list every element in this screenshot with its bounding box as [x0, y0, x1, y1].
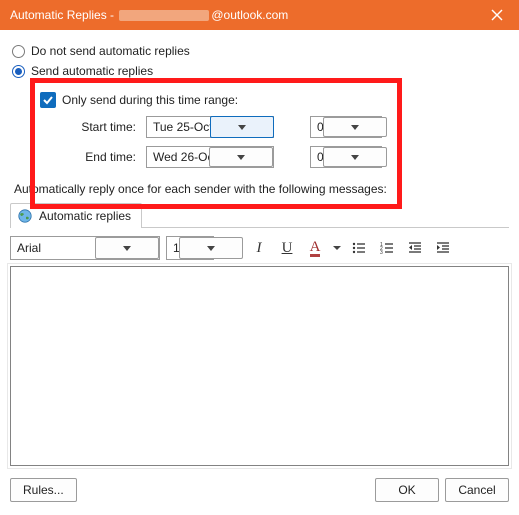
- dialog-footer: Rules... OK Cancel: [0, 472, 519, 512]
- end-time-value: 00:00: [311, 150, 323, 164]
- radio-send[interactable]: Send automatic replies: [12, 64, 509, 78]
- end-time-label: End time:: [64, 150, 138, 164]
- tab-automatic-replies[interactable]: Automatic replies: [10, 203, 142, 228]
- radio-icon: [12, 65, 25, 78]
- radio-do-not-send[interactable]: Do not send automatic replies: [12, 44, 509, 58]
- font-color-button[interactable]: A: [304, 237, 326, 259]
- increase-indent-button[interactable]: [432, 237, 454, 259]
- start-time-dropdown[interactable]: 00:00: [310, 116, 382, 138]
- chevron-down-icon: [210, 116, 274, 138]
- numbered-list-button[interactable]: 1 2 3: [376, 237, 398, 259]
- start-date-dropdown[interactable]: Tue 25-Oct-22: [146, 116, 274, 138]
- font-color-dropdown[interactable]: [332, 246, 342, 250]
- chevron-down-icon: [95, 237, 159, 259]
- end-time-dropdown[interactable]: 00:00: [310, 146, 382, 168]
- end-date-dropdown[interactable]: Wed 26-Oct-22: [146, 146, 274, 168]
- end-date-value: Wed 26-Oct-22: [147, 150, 209, 164]
- close-button[interactable]: [475, 0, 519, 30]
- rules-button[interactable]: Rules...: [10, 478, 77, 502]
- radio-icon: [12, 45, 25, 58]
- chevron-down-icon: [323, 117, 387, 137]
- check-icon: [40, 92, 56, 108]
- bullet-list-button[interactable]: [348, 237, 370, 259]
- underline-button[interactable]: U: [276, 237, 298, 259]
- decrease-indent-button[interactable]: [404, 237, 426, 259]
- start-time-label: Start time:: [64, 120, 138, 134]
- italic-button[interactable]: I: [248, 237, 270, 259]
- dialog-body: Do not send automatic replies Send autom…: [0, 30, 519, 472]
- editor-toolbar: Arial 12 B I U A 1 2 3: [10, 236, 509, 260]
- checkbox-label: Only send during this time range:: [62, 93, 238, 107]
- svg-text:3: 3: [380, 250, 383, 256]
- chevron-down-icon: [323, 147, 387, 167]
- globe-icon: [17, 208, 33, 224]
- radio-label: Do not send automatic replies: [31, 44, 190, 58]
- tab-strip: Automatic replies: [10, 202, 509, 228]
- titlebar: Automatic Replies - @outlook.com: [0, 0, 519, 30]
- font-name-dropdown[interactable]: Arial: [10, 236, 160, 260]
- ok-button[interactable]: OK: [375, 478, 439, 502]
- radio-label: Send automatic replies: [31, 64, 153, 78]
- font-name-value: Arial: [11, 241, 95, 255]
- redacted-name: [119, 10, 209, 21]
- chevron-down-icon: [209, 147, 273, 167]
- window-title: Automatic Replies - @outlook.com: [10, 8, 288, 22]
- start-time-value: 00:00: [311, 120, 323, 134]
- font-size-value: 12: [167, 241, 179, 255]
- message-editor[interactable]: [10, 266, 509, 466]
- font-size-dropdown[interactable]: 12: [166, 236, 214, 260]
- cancel-button[interactable]: Cancel: [445, 478, 509, 502]
- chevron-down-icon: [179, 237, 243, 259]
- start-date-value: Tue 25-Oct-22: [147, 120, 210, 134]
- tab-label: Automatic replies: [39, 209, 131, 223]
- checkbox-only-send-range[interactable]: Only send during this time range:: [40, 92, 509, 108]
- time-range-group: Only send during this time range: Start …: [40, 92, 509, 168]
- instruction-text: Automatically reply once for each sender…: [14, 182, 509, 196]
